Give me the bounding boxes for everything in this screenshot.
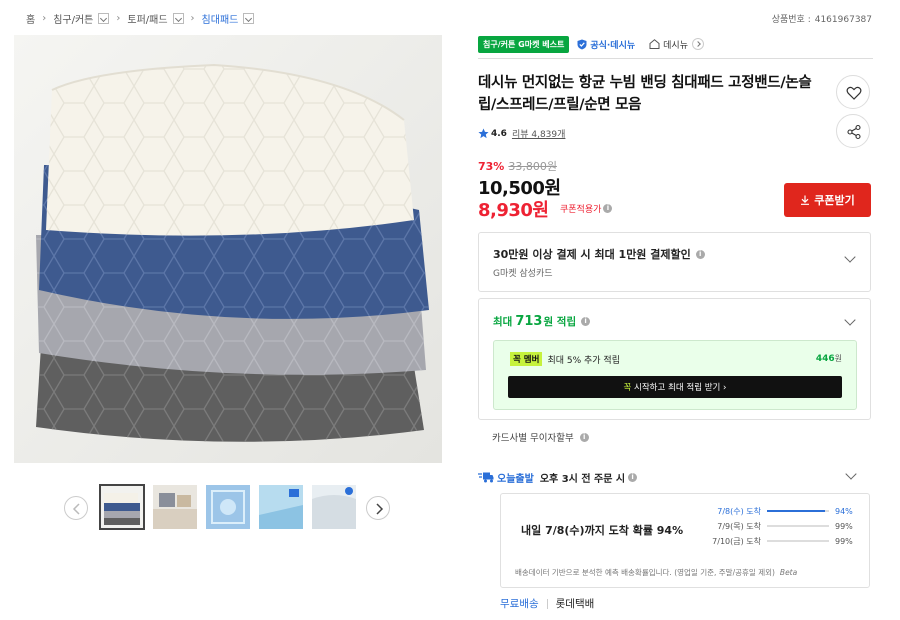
membership-start-button[interactable]: 꼭 시작하고 최대 적립 받기 › — [508, 376, 842, 398]
installment-info: 카드사별 무이자할부 i — [492, 430, 589, 444]
thumbnail-next-button[interactable] — [366, 496, 390, 520]
membership-text: 최대 5% 추가 적립 — [547, 355, 620, 366]
shipping-carrier: 롯데택배 — [555, 598, 595, 610]
info-icon[interactable]: i — [628, 473, 638, 482]
dropdown-icon[interactable] — [172, 12, 184, 24]
breadcrumb-separator-icon: › — [190, 12, 195, 24]
delivery-truck-icon — [478, 472, 494, 483]
points-title: 최대 713 원 적립 i — [493, 314, 591, 329]
info-icon[interactable]: i — [603, 204, 613, 213]
official-store-badge[interactable]: 공식·데시뉴 — [577, 38, 635, 51]
best-badge[interactable]: 침구/커튼 G마켓 베스트 — [478, 35, 570, 53]
breadcrumb-item-category[interactable]: 침구/커튼 — [53, 11, 110, 26]
delivery-row: 7/9(목) 도착 99% — [717, 521, 853, 531]
info-icon[interactable]: i — [579, 432, 589, 442]
delivery-probability: 내일 7/8(수)까지 도착 확률 94% — [521, 524, 684, 537]
delivery-header: 오늘출발 오후 3시 전 주문 시 i — [478, 470, 638, 485]
original-price: 33,800원 — [508, 160, 557, 173]
breadcrumb-item-subcategory[interactable]: 토퍼/패드 — [127, 11, 184, 26]
thumbnail-strip — [64, 484, 394, 531]
thumbnail-3[interactable] — [206, 485, 250, 529]
chevron-down-icon[interactable] — [844, 314, 856, 326]
dropdown-icon[interactable] — [98, 12, 110, 24]
divider — [478, 58, 873, 59]
delivery-note: 배송데이터 기반으로 분석한 예측 배송확률입니다. (영업일 기준, 주말/공… — [515, 568, 798, 577]
delivery-row: 7/8(수) 도착 94% — [717, 506, 853, 516]
chevron-right-icon — [376, 503, 384, 515]
membership-points: 446원 — [815, 354, 842, 364]
thumbnail-2[interactable] — [153, 485, 197, 529]
share-button[interactable] — [836, 114, 870, 148]
chevron-right-icon — [691, 38, 704, 50]
breadcrumb-home[interactable]: 홈 — [26, 11, 35, 26]
delivery-panel: 오늘출발 오후 3시 전 주문 시 i 내일 7/8(수)까지 도착 확률 94… — [478, 468, 871, 590]
order-cutoff: 오후 3시 전 주문 시 — [539, 474, 626, 485]
breadcrumb: 홈 › 침구/커튼 › 토퍼/패드 › 침대패드 — [26, 8, 255, 28]
delivery-probability-box: 내일 7/8(수)까지 도착 확률 94% 7/8(수) 도착 94% 7/9(목… — [500, 493, 870, 588]
star-icon — [478, 128, 489, 139]
shop-link[interactable]: 데시뉴 — [649, 38, 704, 51]
chevron-down-icon[interactable] — [844, 251, 856, 263]
product-main-image[interactable] — [14, 35, 442, 463]
card-discount-panel[interactable]: 30만원 이상 결제 시 최대 1만원 결제할인 i G마켓 삼성카드 — [478, 232, 871, 292]
product-info-panel: 침구/커튼 G마켓 베스트 공식·데시뉴 데시뉴 데시뉴 먼지없는 항균 누빔 … — [478, 35, 873, 610]
download-icon — [801, 195, 810, 205]
shield-check-icon — [577, 39, 587, 49]
chevron-down-icon[interactable] — [845, 468, 857, 480]
points-panel: 최대 713 원 적립 i 꼭 멤버 최대 5% 추가 적립 446원 꼭 시작하고 … — [478, 298, 871, 420]
wishlist-button[interactable] — [836, 75, 870, 109]
share-icon — [847, 124, 861, 140]
today-shipping-badge: 오늘출발 — [497, 474, 534, 485]
discount-rate: 73% — [478, 160, 505, 173]
product-title: 데시뉴 먼지없는 항균 누빔 밴딩 침대패드 고정밴드/논슬립/스프레드/프릴/… — [478, 75, 812, 113]
info-icon[interactable]: i — [695, 249, 705, 259]
store-icon — [649, 39, 660, 49]
free-shipping: 무료배송 — [500, 598, 539, 610]
info-icon[interactable]: i — [581, 317, 591, 326]
thumbnail-4[interactable] — [259, 485, 303, 529]
product-number: 상품번호 :4161967387 — [771, 15, 872, 25]
coupon-download-button[interactable]: 쿠폰받기 — [784, 183, 871, 217]
review-count-link[interactable]: 리뷰 4,839개 — [512, 127, 565, 140]
thumbnail-1[interactable] — [99, 484, 145, 530]
delivery-row: 7/10(금) 도착 99% — [712, 536, 853, 546]
chevron-left-icon — [72, 503, 80, 515]
thumbnail-prev-button[interactable] — [64, 496, 88, 520]
discount-row: 73% 33,800원 — [478, 158, 557, 174]
breadcrumb-item-current[interactable]: 침대패드 — [202, 11, 255, 26]
rating-summary: 4.6 리뷰 4,839개 — [478, 127, 565, 140]
thumbnail-5[interactable] — [312, 485, 356, 529]
divider — [546, 598, 548, 609]
membership-row: 꼭 멤버 최대 5% 추가 적립 — [510, 352, 620, 366]
heart-icon — [846, 86, 862, 100]
coupon-price: 8,930원 — [478, 200, 549, 221]
breadcrumb-separator-icon: › — [42, 12, 47, 24]
breadcrumb-separator-icon: › — [116, 12, 121, 24]
card-discount-title: 30만원 이상 결제 시 최대 1만원 결제할인 i — [493, 246, 705, 262]
badge-row: 침구/커튼 G마켓 베스트 공식·데시뉴 데시뉴 — [478, 35, 873, 53]
membership-badge: 꼭 멤버 — [510, 352, 543, 366]
delivery-bar-fill — [767, 510, 826, 512]
dropdown-icon[interactable] — [243, 12, 255, 24]
membership-box: 꼭 멤버 최대 5% 추가 적립 446원 꼭 시작하고 최대 적립 받기 › — [493, 340, 857, 410]
card-discount-subtitle: G마켓 삼성카드 — [493, 269, 553, 279]
rating-score: 4.6 — [491, 128, 507, 139]
shipping-info: 무료배송 롯데택배 — [500, 596, 594, 611]
coupon-price-label: 쿠폰적용가 i — [560, 202, 613, 215]
